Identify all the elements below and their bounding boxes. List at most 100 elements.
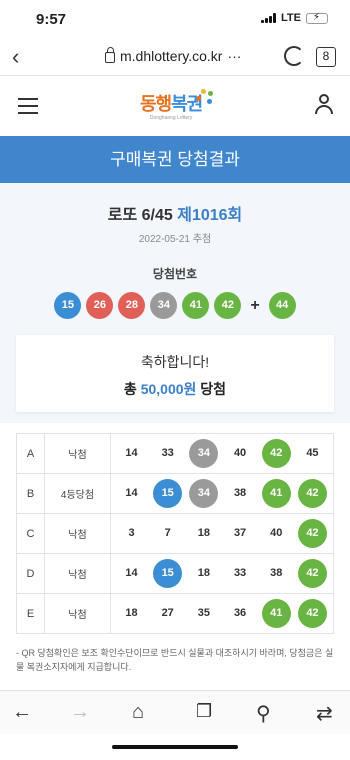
game-number: 14 [125, 447, 138, 459]
logo-subtitle: Donghaeng Lottery [149, 115, 193, 121]
browser-back-icon[interactable]: ‹ [12, 44, 19, 70]
browser-url-bar: ‹ m.dhlottery.co.kr ··· 8 [0, 38, 350, 76]
search-icon[interactable]: ⚲ [256, 701, 271, 726]
site-header: 동행복권 Donghaeng Lottery [0, 76, 350, 136]
status-bar: 9:57 LTE ⚡ [0, 0, 350, 38]
matched-number: 42 [297, 559, 327, 588]
status-time: 9:57 [36, 11, 67, 28]
home-icon[interactable]: ⌂ [132, 701, 144, 724]
matched-number: 15 [153, 479, 183, 508]
game-row: C 낙첨 3 7 18 37 40 42 [16, 513, 334, 554]
winning-numbers-label: 당첨번호 [152, 267, 198, 281]
game-numbers: 3 7 18 37 40 42 [110, 513, 334, 554]
congrats-box: 축하합니다! 총 50,000원 당첨 [16, 335, 334, 412]
game-result: 낙첨 [44, 513, 111, 554]
signal-icon [261, 13, 277, 23]
game-number: 40 [270, 527, 283, 539]
game-row: A 낙첨 14 33 34 40 42 45 [16, 433, 334, 474]
winning-ball: 42 [214, 292, 242, 319]
matched-number: 42 [297, 479, 327, 508]
game-label: C [16, 513, 45, 554]
status-indicators: LTE ⚡ [261, 12, 328, 24]
game-number: 7 [164, 527, 171, 539]
forward-arrow-icon[interactable]: → [70, 701, 90, 724]
share-icon[interactable]: ⇄ [316, 701, 333, 726]
game-result: 낙첨 [44, 593, 111, 634]
network-label: LTE [281, 12, 301, 24]
game-number: 27 [161, 607, 174, 619]
plus-sign: + [250, 296, 260, 314]
bonus-ball: 44 [268, 292, 296, 319]
game-number: 18 [125, 607, 138, 619]
game-numbers: 14 15 18 33 38 42 [110, 553, 334, 594]
draw-result-section: 로또 6/45 제1016회 2022-05-21 추첨 당첨번호 15 26 … [0, 183, 350, 423]
game-row: E 낙첨 18 27 35 36 41 42 [16, 593, 334, 634]
game-numbers: 14 15 34 38 41 42 [110, 473, 334, 514]
matched-number: 34 [189, 479, 219, 508]
url-text: m.dhlottery.co.kr [120, 48, 223, 64]
matched-number: 15 [153, 559, 183, 588]
purchased-games-table: A 낙첨 14 33 34 40 42 45 B 4등당첨 14 15 34 38 41 42 C 낙첨 3 7 18 3… [16, 433, 334, 634]
game-number: 14 [125, 567, 138, 579]
matched-number: 42 [261, 439, 291, 468]
winning-ball: 26 [86, 292, 114, 319]
matched-number: 42 [297, 519, 327, 548]
game-number: 38 [233, 487, 247, 499]
browser-toolbar: ← → ⌂ ❐ ⚲ ⇄ [0, 690, 350, 734]
game-number: 40 [233, 447, 247, 459]
game-number: 38 [270, 567, 283, 579]
game-result: 낙첨 [44, 433, 111, 474]
page-title: 구매복권 당첨결과 [0, 136, 350, 183]
user-icon[interactable] [314, 94, 334, 116]
winning-numbers: 15 26 28 34 41 42 + 44 [16, 292, 334, 319]
game-title: 로또 6/45 제1016회 [16, 201, 334, 225]
menu-icon[interactable] [18, 98, 38, 119]
draw-date: 2022-05-21 추첨 [138, 234, 212, 245]
address-field[interactable]: m.dhlottery.co.kr ··· [105, 47, 241, 64]
game-label: B [16, 473, 45, 514]
matched-number: 41 [261, 599, 291, 628]
game-number: 33 [233, 567, 247, 579]
game-number: 35 [197, 607, 210, 619]
total-prefix: 총 [123, 381, 137, 397]
game-number: 33 [161, 447, 174, 459]
game-row: B 4등당첨 14 15 34 38 41 42 [16, 473, 334, 514]
home-indicator [112, 745, 238, 749]
game-numbers: 18 27 35 36 41 42 [110, 593, 334, 634]
game-name: 로또 6/45 [107, 207, 173, 224]
game-label: D [16, 553, 45, 594]
tab-count-button[interactable]: 8 [316, 47, 336, 67]
logo-dots-icon [192, 86, 214, 108]
game-number: 18 [197, 567, 210, 579]
logo-text-1: 동행 [140, 94, 172, 114]
game-number: 3 [128, 527, 135, 539]
draw-round: 제1016회 [177, 207, 243, 224]
reload-icon[interactable] [284, 46, 304, 66]
winning-ball: 41 [182, 292, 210, 319]
prize-amount: 50,000원 [140, 381, 197, 397]
site-logo[interactable]: 동행복권 Donghaeng Lottery [140, 89, 213, 121]
game-label: E [16, 593, 45, 634]
game-number: 37 [233, 527, 247, 539]
winning-ball: 15 [54, 292, 82, 319]
game-number: 45 [306, 447, 319, 459]
winning-ball: 28 [118, 292, 146, 319]
matched-number: 41 [261, 479, 291, 508]
game-number: 18 [197, 527, 210, 539]
game-result: 낙첨 [44, 553, 111, 594]
game-number: 36 [233, 607, 247, 619]
game-row: D 낙첨 14 15 18 33 38 42 [16, 553, 334, 594]
bookmark-icon[interactable]: ❐ [196, 701, 212, 722]
qr-notice: - QR 당첨확인은 보조 확인수단이므로 반드시 실물과 대조하시기 바라며,… [16, 648, 334, 672]
battery-icon: ⚡ [306, 12, 328, 24]
matched-number: 42 [297, 599, 327, 628]
url-more-icon[interactable]: ··· [227, 48, 241, 64]
game-result: 4등당첨 [44, 473, 111, 514]
game-label: A [16, 433, 45, 474]
total-prize: 총 50,000원 당첨 [16, 379, 334, 399]
game-numbers: 14 33 34 40 42 45 [110, 433, 334, 474]
congrats-message: 축하합니다! [140, 354, 210, 370]
winning-ball: 34 [150, 292, 178, 319]
lock-icon [105, 47, 115, 63]
back-arrow-icon[interactable]: ← [12, 701, 32, 724]
